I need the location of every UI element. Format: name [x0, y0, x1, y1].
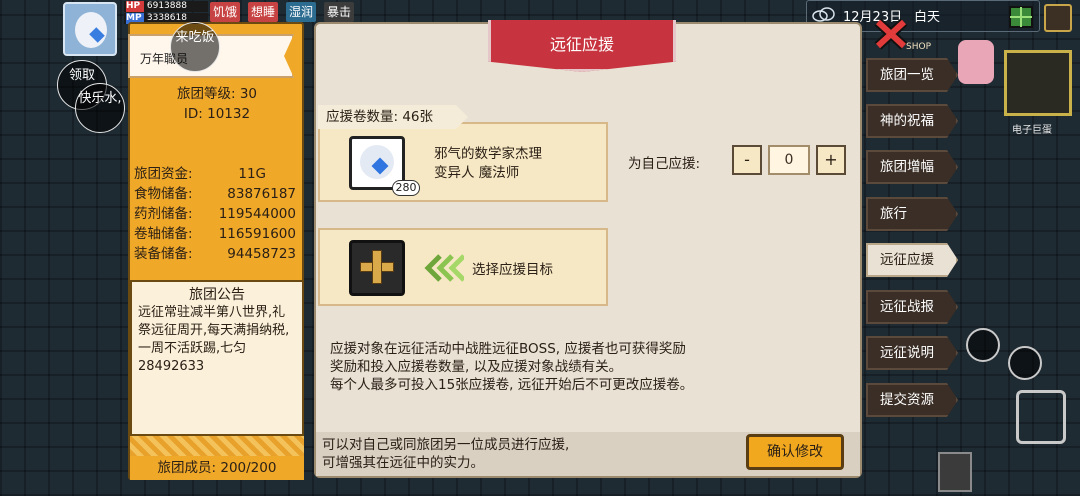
desc-line: 应援对象在远征活动中战胜远征BOSS, 应援者也可获得奖励 — [330, 341, 686, 357]
shop-sign: SHOP — [906, 42, 931, 52]
daytime-text: 白天 — [914, 10, 941, 25]
equip-row: 装备储备: 94458723 — [134, 244, 300, 264]
decrease-button[interactable]: - — [732, 145, 762, 175]
guild-stats: 旅团等级: 30 ID: 10132 旅团资金: 11G 食物储备: 8387618… — [134, 84, 300, 264]
egg-map-icon[interactable] — [1004, 50, 1072, 116]
guild-id: ID: 10132 — [183, 106, 251, 122]
cloud-icon — [812, 7, 835, 22]
globe-icon[interactable] — [1008, 4, 1034, 30]
star-icon[interactable] — [1008, 346, 1042, 380]
machine-sprite — [938, 452, 972, 492]
self-support-label: 为自己应援: — [628, 156, 701, 172]
character-title: 邪气的数学家杰理 — [434, 146, 542, 162]
equip-value: 94458723 — [227, 246, 296, 262]
nav-submit-resources[interactable]: 提交资源 — [866, 383, 958, 417]
funds-value: 11G — [238, 166, 266, 182]
swap-icon[interactable] — [966, 328, 1000, 362]
food-label: 食物储备: — [134, 186, 193, 202]
character-level-badge: 280 — [392, 180, 420, 196]
nav-guild-list[interactable]: 旅团一览 — [866, 58, 958, 92]
guild-members: 旅团成员: 200/200 — [130, 456, 304, 480]
scroll-label: 卷轴储备: — [134, 226, 193, 242]
chat-bubble[interactable]: 来吃饭 — [170, 22, 220, 72]
desc-line: 奖励和投入应援卷数量, 以及应援对象战绩有关。 — [330, 359, 623, 375]
character-class: 变异人 魔法师 — [434, 165, 520, 181]
footer-hint: 可以对自己或同旅团另一位成员进行应援, 可增强其在远征中的实力。 — [322, 436, 569, 472]
egg-label: 电子巨蛋 — [1012, 125, 1052, 136]
select-target-label: 选择应援目标 — [472, 262, 553, 278]
nav-god-blessing[interactable]: 神的祝福 — [866, 104, 958, 138]
nav-expedition-support[interactable]: 远征应援 — [866, 243, 958, 277]
chevron-left-icon — [424, 254, 464, 282]
bow-weapon-icon[interactable] — [1016, 390, 1066, 444]
status-hunger: 饥饿 — [210, 2, 241, 22]
potion-row: 药剂储备: 119544000 — [134, 204, 300, 224]
rules-description: 应援对象在远征活动中战胜远征BOSS, 应援者也可获得奖励 奖励和投入应援卷数量… — [330, 340, 790, 394]
dialog-title: 远征应援 — [549, 35, 614, 54]
funds-label: 旅团资金: — [134, 166, 193, 182]
nav-guild-boost[interactable]: 旅团增幅 — [866, 150, 958, 184]
status-fatigue: 想睡 — [248, 2, 279, 22]
chat-bubble[interactable]: 快乐水, — [75, 83, 125, 133]
equip-label: 装备储备: — [134, 246, 193, 262]
hp-value: 6913888 — [146, 1, 187, 11]
nav-expedition-guide[interactable]: 远征说明 — [866, 336, 958, 370]
npc-sprite[interactable] — [958, 40, 994, 84]
guild-notice-text: 远征常驻减半第八世界,礼祭远征周开,每天满捐纳税,一周不活跃踢,七匀284926… — [138, 305, 290, 374]
guild-notice-title: 旅团公告 — [189, 287, 245, 303]
confirm-button[interactable]: 确认修改 — [746, 434, 844, 470]
plus-icon-vertical — [372, 250, 382, 284]
scroll-count: 应援卷数量: 46张 — [318, 105, 468, 129]
player-avatar[interactable] — [63, 2, 117, 56]
increase-button[interactable]: + — [816, 145, 846, 175]
self-support-value[interactable]: 0 — [768, 145, 810, 175]
status-wet: 湿润 — [286, 2, 317, 22]
hp-bar: HP 6913888 — [124, 1, 208, 12]
close-icon[interactable] — [872, 16, 910, 52]
guild-funds-row: 旅团资金: 11G — [134, 164, 300, 184]
food-value: 83876187 — [227, 186, 296, 202]
footer-line: 可增强其在远征中的实力。 — [322, 455, 484, 471]
footer-line: 可以对自己或同旅团另一位成员进行应援, — [322, 437, 570, 453]
scroll-value: 116591600 — [218, 226, 296, 242]
nav-travel[interactable]: 旅行 — [866, 197, 958, 231]
decorative-strip — [130, 436, 304, 456]
hp-label: HP — [126, 1, 144, 12]
nav-expedition-report[interactable]: 远征战报 — [866, 290, 958, 324]
avatar-face — [75, 12, 107, 48]
potion-label: 药剂储备: — [134, 206, 193, 222]
character-name: 邪气的数学家杰理 变异人 魔法师 — [434, 145, 542, 183]
desc-line: 每个人最多可投入15张应援卷, 远征开始后不可更改应援卷。 — [330, 377, 694, 393]
exit-icon[interactable] — [1044, 4, 1072, 32]
guild-level: 旅团等级: 30 — [176, 86, 258, 102]
food-row: 食物储备: 83876187 — [134, 184, 300, 204]
scroll-row: 卷轴储备: 116591600 — [134, 224, 300, 244]
status-rage: 暴击 — [324, 2, 355, 22]
potion-value: 119544000 — [218, 206, 296, 222]
